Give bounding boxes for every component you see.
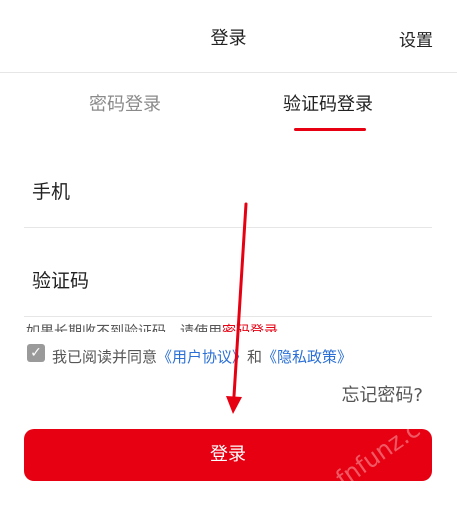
annotation-arrow-icon (226, 202, 248, 414)
